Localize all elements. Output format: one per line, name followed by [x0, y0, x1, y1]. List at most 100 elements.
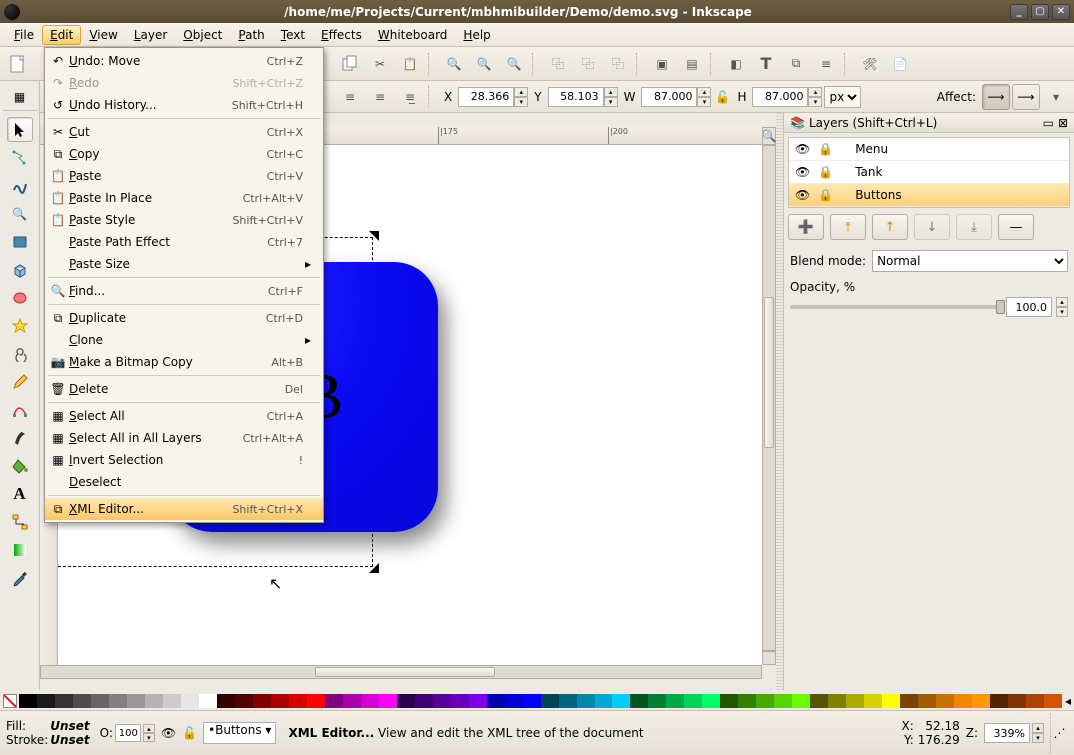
document-properties-button[interactable]: 📄 — [886, 50, 914, 78]
layer-remove-button[interactable]: — — [998, 214, 1034, 240]
ellipse-tool[interactable] — [7, 285, 33, 310]
selection-handle-se[interactable] — [369, 563, 379, 573]
palette-swatch[interactable] — [559, 694, 577, 708]
palette-swatch[interactable] — [469, 694, 487, 708]
palette-swatch[interactable] — [451, 694, 469, 708]
text-tool[interactable]: A — [7, 481, 33, 506]
zoom-up[interactable]: ▴ — [1032, 723, 1044, 733]
palette-swatch[interactable] — [918, 694, 936, 708]
connector-tool[interactable] — [7, 509, 33, 534]
palette-swatch[interactable] — [882, 694, 900, 708]
layer-lock-icon[interactable]: 🔒 — [818, 188, 833, 202]
palette-swatch[interactable] — [127, 694, 145, 708]
quick-zoom-button[interactable] — [762, 651, 776, 665]
lock-aspect-button[interactable]: 🔓 — [713, 90, 731, 104]
opacity-up[interactable]: ▴ — [143, 724, 155, 733]
new-document-button[interactable] — [4, 50, 32, 78]
zoom-drawing-button[interactable]: 🔍 — [470, 50, 498, 78]
layer-top-button[interactable]: ⤒ — [830, 214, 866, 240]
layer-row-menu[interactable]: 👁🔒Menu — [789, 138, 1069, 161]
menu-item-make-a-bitmap-copy[interactable]: 📷Make a Bitmap CopyAlt+B — [45, 351, 323, 373]
layer-down-button[interactable]: ↓ — [914, 214, 950, 240]
palette-swatch[interactable] — [864, 694, 882, 708]
opacity-up[interactable]: ▴ — [1056, 297, 1068, 307]
palette-swatch[interactable] — [523, 694, 541, 708]
ungroup-button[interactable]: ▤ — [678, 50, 706, 78]
zoom-tool[interactable]: 🔍 — [7, 201, 33, 226]
menu-object[interactable]: Object — [175, 25, 230, 45]
palette-swatch[interactable] — [648, 694, 666, 708]
palette-swatch[interactable] — [738, 694, 756, 708]
layer-row-tank[interactable]: 👁🔒Tank — [789, 161, 1069, 184]
x-down[interactable]: ▾ — [514, 97, 528, 107]
text-dialog-button[interactable]: T — [752, 50, 780, 78]
palette-swatch[interactable] — [630, 694, 648, 708]
menu-item-paste[interactable]: 📋PasteCtrl+V — [45, 165, 323, 187]
zoom-page-button[interactable]: 🔍 — [500, 50, 528, 78]
gradient-tool[interactable] — [7, 537, 33, 562]
affect-more-button[interactable]: ▾ — [1042, 83, 1070, 111]
copy-button[interactable] — [336, 50, 364, 78]
palette-swatch[interactable] — [19, 694, 37, 708]
x-input[interactable] — [458, 87, 514, 107]
paint-bucket-tool[interactable] — [7, 453, 33, 478]
palette-swatch[interactable] — [487, 694, 505, 708]
rect-tool[interactable] — [7, 229, 33, 254]
3dbox-tool[interactable] — [7, 257, 33, 282]
menu-item-clone[interactable]: Clone▸ — [45, 329, 323, 351]
layer-add-button[interactable]: ➕ — [788, 214, 824, 240]
affect-corners-button[interactable]: ⟶ — [1012, 84, 1040, 110]
zoom-down[interactable]: ▾ — [1032, 733, 1044, 743]
menu-item-delete[interactable]: 🗑DeleteDel — [45, 378, 323, 400]
panel-iconify-button[interactable]: ▭ — [1043, 116, 1054, 130]
palette-swatch[interactable] — [774, 694, 792, 708]
palette-swatch[interactable] — [666, 694, 684, 708]
menu-item-paste-path-effect[interactable]: Paste Path EffectCtrl+7 — [45, 231, 323, 253]
menu-layer[interactable]: Layer — [126, 25, 175, 45]
panel-close-button[interactable]: ⊠ — [1058, 116, 1068, 130]
menu-item-cut[interactable]: ✂CutCtrl+X — [45, 121, 323, 143]
palette-swatch[interactable] — [109, 694, 127, 708]
current-layer-selector[interactable]: •Buttons ▾ — [203, 722, 276, 744]
selector-tool[interactable] — [7, 117, 33, 142]
menu-help[interactable]: Help — [455, 25, 498, 45]
w-down[interactable]: ▾ — [697, 97, 711, 107]
menu-path[interactable]: Path — [230, 25, 272, 45]
menu-item-find[interactable]: 🔍Find...Ctrl+F — [45, 280, 323, 302]
layer-visible-icon[interactable]: 👁 — [161, 726, 176, 740]
palette-swatch[interactable] — [73, 694, 91, 708]
palette-swatch[interactable] — [810, 694, 828, 708]
layers-panel-header[interactable]: 📚 Layers (Shift+Ctrl+L) ▭ ⊠ — [784, 113, 1074, 133]
window-maximize-button[interactable]: ▢ — [1031, 4, 1049, 20]
align-dialog-button[interactable]: ≡ — [812, 50, 840, 78]
w-input[interactable] — [641, 87, 697, 107]
menu-item-duplicate[interactable]: ⧉DuplicateCtrl+D — [45, 307, 323, 329]
palette-swatch[interactable] — [55, 694, 73, 708]
palette-swatch[interactable] — [505, 694, 523, 708]
layer-lock-icon[interactable]: 🔓 — [182, 726, 197, 740]
layer-row-buttons[interactable]: 👁🔒Buttons — [789, 184, 1069, 207]
preferences-button[interactable]: 🛠 — [856, 50, 884, 78]
opacity-down[interactable]: ▾ — [1056, 307, 1068, 317]
palette-swatch[interactable] — [397, 694, 415, 708]
affect-stroke-button[interactable]: ⟶ — [982, 84, 1010, 110]
menu-item-select-all[interactable]: ▦Select AllCtrl+A — [45, 405, 323, 427]
y-down[interactable]: ▾ — [604, 97, 618, 107]
palette-swatch[interactable] — [253, 694, 271, 708]
vscroll-thumb[interactable] — [764, 297, 774, 448]
palette-swatch[interactable] — [972, 694, 990, 708]
h-down[interactable]: ▾ — [808, 97, 822, 107]
palette-swatch[interactable] — [415, 694, 433, 708]
dropper-tool[interactable] — [7, 565, 33, 590]
window-minimize-button[interactable]: _ — [1010, 4, 1028, 20]
menu-view[interactable]: View — [81, 25, 125, 45]
palette-swatch[interactable] — [91, 694, 109, 708]
palette-swatch[interactable] — [612, 694, 630, 708]
palette-swatch[interactable] — [595, 694, 613, 708]
lower-bottom-button[interactable]: ≡̲ — [396, 83, 424, 111]
menu-item-select-all-in-all-layers[interactable]: ▦Select All in All LayersCtrl+Alt+A — [45, 427, 323, 449]
xml-editor-button[interactable]: ⧉ — [782, 50, 810, 78]
palette-swatch[interactable] — [792, 694, 810, 708]
selection-handle-ne[interactable] — [369, 231, 379, 241]
opacity-slider[interactable] — [790, 305, 1002, 309]
